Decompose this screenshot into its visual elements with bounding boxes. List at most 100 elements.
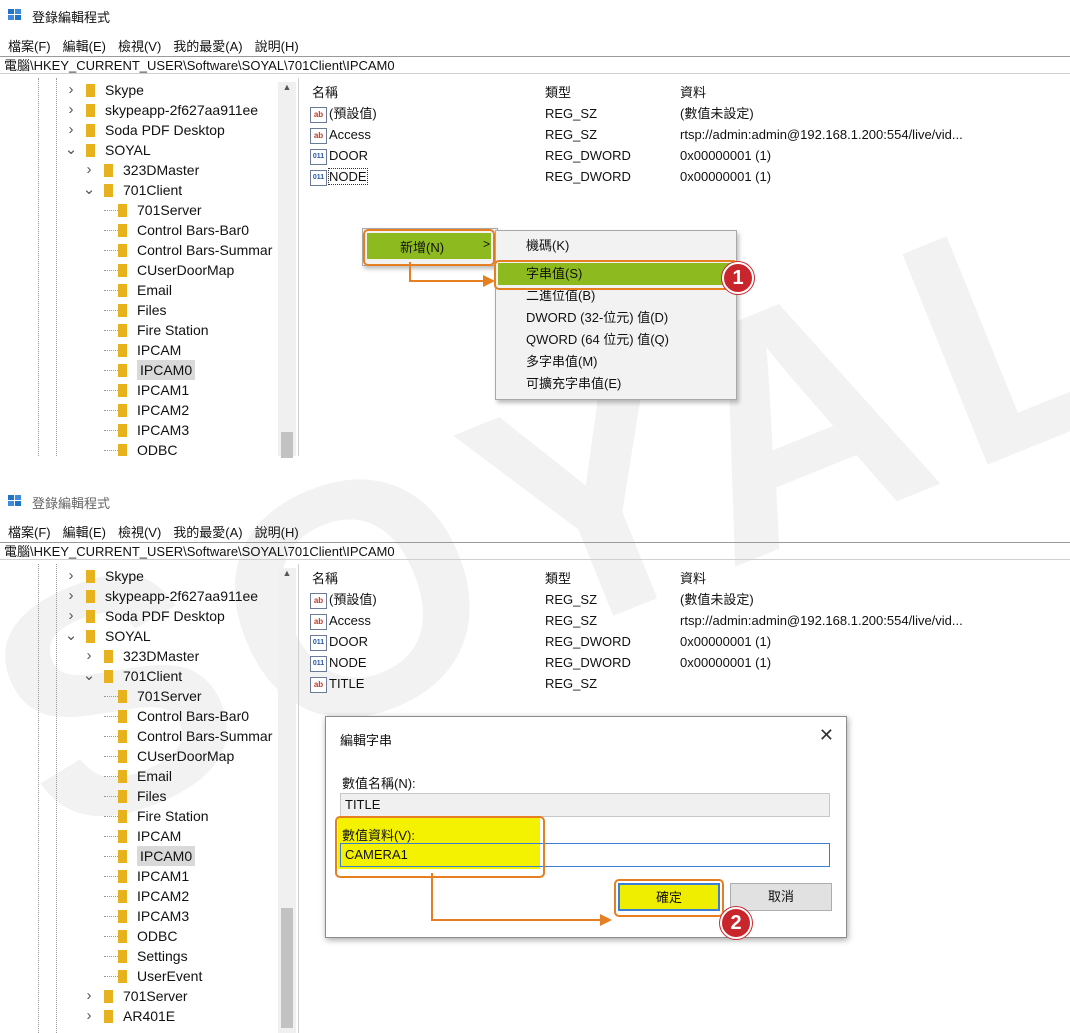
chevron-down-icon[interactable]: ⌄ bbox=[82, 180, 96, 200]
tree-item[interactable]: ODBC bbox=[104, 440, 177, 456]
scroll-thumb[interactable] bbox=[281, 908, 293, 1028]
value-row[interactable]: ab Access bbox=[310, 611, 371, 631]
tree-item[interactable]: ⌄ 701Client bbox=[82, 180, 182, 200]
value-row[interactable]: 011 NODE bbox=[310, 653, 367, 673]
cancel-button[interactable]: 取消 bbox=[730, 883, 832, 911]
column-name-header[interactable]: 名稱 bbox=[312, 568, 338, 587]
tree-item[interactable]: › Soda PDF Desktop bbox=[64, 606, 225, 626]
address-bar[interactable]: 電腦\HKEY_CURRENT_USER\Software\SOYAL\701C… bbox=[0, 542, 1070, 560]
menu-edit[interactable]: 編輯(E) bbox=[63, 36, 106, 55]
menu-file[interactable]: 檔案(F) bbox=[8, 36, 51, 55]
submenu-item-dword[interactable]: DWORD (32-位元) 值(D) bbox=[526, 307, 668, 329]
tree-item[interactable]: UserEvent bbox=[104, 966, 202, 986]
scroll-up-icon[interactable]: ▲ bbox=[278, 82, 296, 96]
tree-item[interactable]: ⌄ SOYAL bbox=[64, 626, 151, 646]
value-row[interactable]: 011 DOOR bbox=[310, 632, 368, 652]
tree-scrollbar[interactable]: ▲ bbox=[278, 568, 296, 1033]
tree-item[interactable]: Fire Station bbox=[104, 806, 209, 826]
tree-item[interactable]: IPCAM bbox=[104, 340, 181, 360]
tree-item[interactable]: IPCAM0 bbox=[104, 846, 196, 866]
chevron-right-icon[interactable]: › bbox=[64, 586, 78, 606]
chevron-down-icon[interactable]: ⌄ bbox=[64, 140, 78, 160]
tree-item[interactable]: ODBC bbox=[104, 926, 177, 946]
tree-item[interactable]: Settings bbox=[104, 946, 188, 966]
tree-item[interactable]: ⌄ SOYAL bbox=[64, 140, 151, 160]
tree-item[interactable]: › skypeapp-2f627aa911ee bbox=[64, 100, 259, 120]
tree-item[interactable]: › 323DMaster bbox=[82, 646, 200, 666]
tree-item[interactable]: Control Bars-Bar0 bbox=[104, 220, 249, 240]
tree-item[interactable]: 701Server bbox=[104, 686, 202, 706]
tree-item[interactable]: › 701Server bbox=[82, 986, 188, 1006]
chevron-right-icon[interactable]: › bbox=[64, 80, 78, 100]
chevron-right-icon[interactable]: › bbox=[82, 160, 96, 180]
tree-item-label: IPCAM bbox=[137, 828, 182, 844]
value-row[interactable]: 011 NODE bbox=[310, 167, 368, 187]
tree-scrollbar[interactable]: ▲ bbox=[278, 82, 296, 458]
value-row[interactable]: ab Access bbox=[310, 125, 371, 145]
tree-item[interactable]: Files bbox=[104, 786, 167, 806]
submenu-item-expandable[interactable]: 可擴充字串值(E) bbox=[526, 373, 621, 395]
tree-item[interactable]: IPCAM2 bbox=[104, 400, 189, 420]
tree-item[interactable]: › 323DMaster bbox=[82, 160, 200, 180]
tree-item[interactable]: › Skype bbox=[64, 80, 144, 100]
column-type-header[interactable]: 類型 bbox=[545, 568, 571, 587]
submenu-item-qword[interactable]: QWORD (64 位元) 值(Q) bbox=[526, 329, 669, 351]
scroll-thumb[interactable] bbox=[281, 432, 293, 458]
column-data-header[interactable]: 資料 bbox=[680, 82, 706, 101]
tree-item[interactable]: ⌄ 701Client bbox=[82, 666, 182, 686]
tree-item[interactable]: IPCAM1 bbox=[104, 380, 189, 400]
chevron-right-icon[interactable]: › bbox=[64, 606, 78, 626]
tree-item[interactable]: › AR401E bbox=[82, 1006, 176, 1026]
tree-item[interactable]: Fire Station bbox=[104, 320, 209, 340]
address-bar[interactable]: 電腦\HKEY_CURRENT_USER\Software\SOYAL\701C… bbox=[0, 56, 1070, 74]
chevron-right-icon[interactable]: › bbox=[82, 646, 96, 666]
close-icon[interactable]: ✕ bbox=[819, 725, 834, 746]
tree-item[interactable]: IPCAM2 bbox=[104, 886, 189, 906]
tree-connector bbox=[104, 715, 118, 717]
value-row[interactable]: ab TITLE bbox=[310, 674, 364, 694]
menu-help[interactable]: 說明(H) bbox=[255, 522, 299, 541]
tree-item[interactable]: Control Bars-Bar0 bbox=[104, 706, 249, 726]
value-row[interactable]: ab (預設值) bbox=[310, 590, 377, 610]
menu-favorites[interactable]: 我的最愛(A) bbox=[173, 36, 242, 55]
value-row[interactable]: 011 DOOR bbox=[310, 146, 368, 166]
tree-item[interactable]: CUserDoorMap bbox=[104, 746, 234, 766]
string-value-icon: ab bbox=[310, 106, 327, 123]
submenu-item-multistring[interactable]: 多字串值(M) bbox=[526, 351, 598, 373]
menu-view[interactable]: 檢視(V) bbox=[118, 36, 161, 55]
tree-item[interactable]: › skypeapp-2f627aa911ee bbox=[64, 586, 259, 606]
tree-item[interactable]: IPCAM1 bbox=[104, 866, 189, 886]
tree-item[interactable]: › Soda PDF Desktop bbox=[64, 120, 225, 140]
tree-item[interactable]: Control Bars-Summar bbox=[104, 240, 272, 260]
submenu-item-key[interactable]: 機碼(K) bbox=[526, 235, 569, 257]
chevron-right-icon[interactable]: › bbox=[64, 566, 78, 586]
menu-file[interactable]: 檔案(F) bbox=[8, 522, 51, 541]
value-type: REG_SZ bbox=[545, 613, 598, 628]
chevron-right-icon[interactable]: › bbox=[64, 120, 78, 140]
tree-item[interactable]: Control Bars-Summar bbox=[104, 726, 272, 746]
column-name-header[interactable]: 名稱 bbox=[312, 82, 338, 101]
tree-item[interactable]: CUserDoorMap bbox=[104, 260, 234, 280]
tree-item[interactable]: Email bbox=[104, 766, 172, 786]
chevron-right-icon[interactable]: › bbox=[82, 986, 96, 1006]
column-type-header[interactable]: 類型 bbox=[545, 82, 571, 101]
tree-item[interactable]: 701Server bbox=[104, 200, 202, 220]
value-row[interactable]: ab (預設值) bbox=[310, 104, 377, 124]
menu-view[interactable]: 檢視(V) bbox=[118, 522, 161, 541]
tree-item[interactable]: › Skype bbox=[64, 566, 144, 586]
tree-item[interactable]: IPCAM3 bbox=[104, 420, 189, 440]
chevron-right-icon[interactable]: › bbox=[64, 100, 78, 120]
tree-item[interactable]: Files bbox=[104, 300, 167, 320]
chevron-right-icon[interactable]: › bbox=[82, 1006, 96, 1026]
menu-favorites[interactable]: 我的最愛(A) bbox=[173, 522, 242, 541]
menu-help[interactable]: 說明(H) bbox=[255, 36, 299, 55]
column-data-header[interactable]: 資料 bbox=[680, 568, 706, 587]
chevron-down-icon[interactable]: ⌄ bbox=[82, 666, 96, 686]
tree-item[interactable]: IPCAM3 bbox=[104, 906, 189, 926]
menu-edit[interactable]: 編輯(E) bbox=[63, 522, 106, 541]
tree-item[interactable]: IPCAM bbox=[104, 826, 181, 846]
chevron-down-icon[interactable]: ⌄ bbox=[64, 626, 78, 646]
tree-item[interactable]: IPCAM0 bbox=[104, 360, 196, 380]
scroll-up-icon[interactable]: ▲ bbox=[278, 568, 296, 582]
tree-item[interactable]: Email bbox=[104, 280, 172, 300]
